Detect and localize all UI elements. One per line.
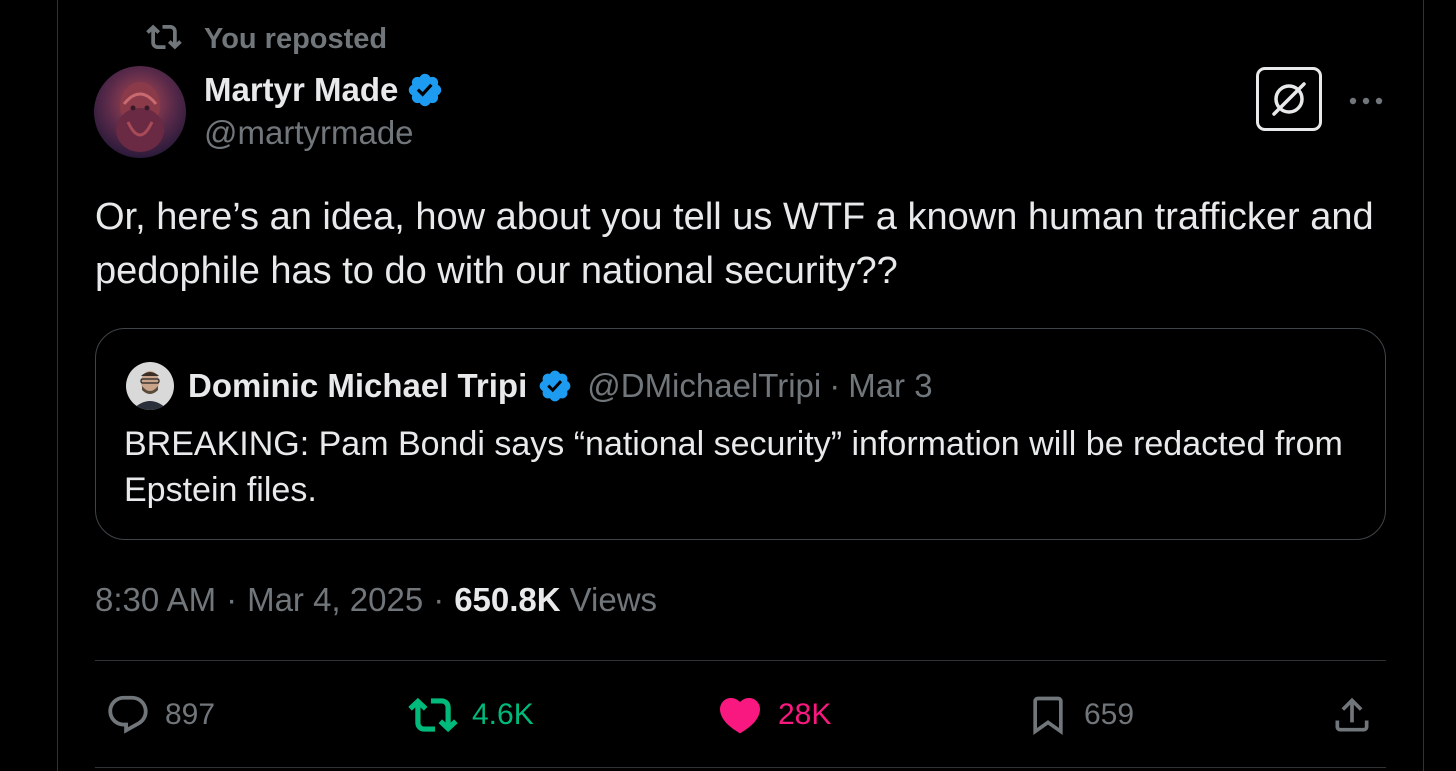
more-button[interactable] (1346, 84, 1386, 118)
grok-icon (1272, 82, 1306, 116)
tweet-date[interactable]: Mar 4, 2025 (247, 581, 423, 619)
views-label: Views (569, 581, 658, 618)
retweet-button[interactable]: 4.6K (408, 690, 534, 740)
bookmark-button[interactable]: 659 (1026, 690, 1134, 740)
like-count: 28K (778, 698, 832, 731)
author-avatar[interactable] (94, 66, 186, 158)
bookmark-count: 659 (1084, 698, 1135, 731)
quoted-date[interactable]: Mar 3 (848, 367, 932, 405)
grok-button[interactable] (1256, 67, 1322, 131)
quoted-text: BREAKING: Pam Bondi says “national secur… (124, 425, 1343, 509)
more-icon (1349, 97, 1383, 105)
author-handle[interactable]: @martyrmade (204, 114, 414, 152)
quoted-tweet-card[interactable]: Dominic Michael Tripi @DMichaelTripi · M… (95, 328, 1386, 540)
tweet-meta: 8:30 AM · Mar 4, 2025 · 650.8K Views (95, 578, 657, 622)
verified-badge-icon (409, 73, 442, 107)
quoted-header: Dominic Michael Tripi @DMichaelTripi · M… (188, 364, 933, 408)
tweet-text: Or, here’s an idea, how about you tell u… (95, 196, 1374, 292)
retweet-icon (408, 697, 458, 733)
quoted-display-name[interactable]: Dominic Michael Tripi (188, 367, 527, 405)
reply-icon (108, 695, 148, 734)
quoted-separator: · (829, 367, 841, 404)
column-border-right (1423, 0, 1424, 771)
bookmark-icon (1033, 696, 1063, 736)
like-button[interactable]: 28K (716, 690, 831, 740)
views-count[interactable]: 650.8K (454, 581, 560, 619)
repost-label: You reposted (204, 22, 388, 55)
quoted-handle[interactable]: @DMichaelTripi (587, 367, 821, 405)
tweet-time[interactable]: 8:30 AM (95, 581, 216, 619)
reply-button[interactable]: 897 (105, 690, 215, 740)
divider (95, 767, 1386, 768)
divider (95, 660, 1386, 661)
repost-icon (146, 19, 182, 60)
quoted-author-avatar[interactable] (126, 362, 174, 410)
heart-icon (719, 698, 761, 734)
author-display-name[interactable]: Martyr Made (204, 71, 398, 109)
column-border-left (57, 0, 58, 771)
verified-badge-icon (539, 370, 571, 402)
meta-separator: · (226, 581, 238, 618)
retweet-count: 4.6K (472, 698, 534, 731)
meta-separator: · (433, 581, 445, 618)
share-button[interactable] (1330, 690, 1374, 740)
reply-count: 897 (165, 698, 216, 731)
share-icon (1335, 697, 1369, 732)
author-name-row[interactable]: Martyr Made (204, 68, 444, 112)
repost-indicator: You reposted (146, 20, 387, 58)
